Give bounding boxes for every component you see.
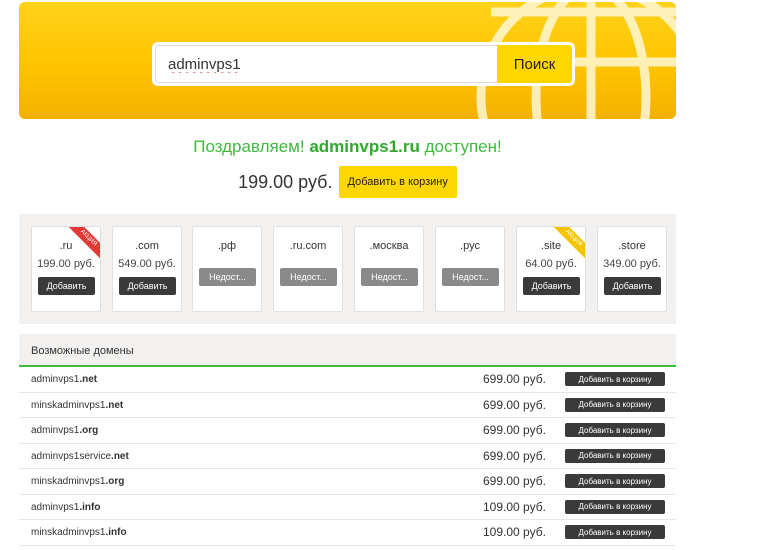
domain-name: minskadminvps1.net: [31, 400, 123, 411]
zone-unavailable-button[interactable]: Недост...: [199, 268, 256, 286]
search-box: Поиск: [152, 42, 575, 86]
add-to-cart-button[interactable]: Добавить в корзину: [338, 166, 457, 198]
domain-price: 109.00 руб.: [483, 499, 546, 514]
domain-name: adminvps1.org: [31, 425, 98, 436]
domain-price: 699.00 руб.: [483, 372, 546, 386]
possible-domains: Возможные домены adminvps1.net 699.00 руб…: [19, 334, 676, 550]
zone-name: .ru.com: [289, 240, 327, 252]
main-price: 199.00 руб.: [238, 171, 333, 192]
zone-price: 199.00 руб.: [37, 258, 95, 270]
domain-base: adminvps1: [31, 425, 80, 436]
main-price-row: 199.00 руб. Добавить в корзину: [0, 166, 695, 198]
domain-tld: .info: [105, 527, 127, 538]
zone-card: .site 64.00 руб. Добавить АКЦИЯ: [516, 226, 586, 312]
zone-card: .ru.com Недост...: [273, 226, 343, 312]
search-input[interactable]: [155, 45, 497, 83]
zone-add-button[interactable]: Добавить: [38, 277, 95, 295]
domain-price: 699.00 руб.: [483, 474, 546, 488]
found-domain: adminvps1.ru: [309, 137, 420, 156]
zone-price: 349.00 руб.: [603, 258, 661, 270]
availability-message: Поздравляем! adminvps1.ru доступен!: [0, 137, 695, 157]
zone-unavailable-button[interactable]: Недост...: [442, 268, 499, 286]
congrats-suffix: доступен!: [424, 137, 502, 156]
zone-add-button[interactable]: Добавить: [604, 277, 661, 295]
domain-tld: .org: [105, 476, 125, 487]
domain-add-to-cart-button[interactable]: Добавить в корзину: [565, 423, 665, 437]
zone-name: .рф: [217, 240, 237, 252]
zone-name: .москва: [369, 240, 409, 252]
domain-price: 699.00 руб.: [483, 423, 546, 437]
domain-add-to-cart-button[interactable]: Добавить в корзину: [565, 474, 665, 488]
possible-domains-list: adminvps1.net 699.00 руб. Добавить в корзи…: [19, 367, 676, 546]
domain-tld: .net: [111, 450, 129, 462]
domain-zones-panel: .ru 199.00 руб. Добавить АКЦИЯ .com 549.00 ру…: [19, 214, 676, 324]
domain-row: adminvps1service.net 699.00 руб. Добавить …: [19, 444, 676, 469]
zone-unavailable-button[interactable]: Недост...: [361, 268, 418, 286]
domain-add-to-cart-button[interactable]: Добавить в корзину: [565, 499, 665, 514]
zone-card: .москва Недост...: [354, 226, 424, 312]
zone-name: .store: [618, 240, 646, 252]
zone-card: .com 549.00 руб. Добавить: [112, 226, 182, 312]
zone-card: .рф Недост...: [192, 226, 262, 312]
domain-add-to-cart-button[interactable]: Добавить в корзину: [565, 448, 665, 463]
zone-name: .com: [135, 240, 159, 252]
domain-base: adminvps1service: [31, 450, 112, 462]
domain-base: minskadminvps1: [31, 476, 106, 487]
zone-card: .ru 199.00 руб. Добавить АКЦИЯ: [31, 226, 101, 312]
domain-row: minskadminvps1.info 109.00 руб. Добавить в…: [19, 520, 676, 546]
zone-add-button[interactable]: Добавить: [119, 277, 176, 295]
domain-name: minskadminvps1.info: [31, 527, 127, 538]
domain-row: adminvps1.org 699.00 руб. Добавить в корзи…: [19, 418, 676, 444]
possible-domains-heading: Возможные домены: [19, 334, 676, 367]
domain-tld: .info: [79, 501, 101, 513]
domain-tld: .net: [79, 374, 98, 385]
search-banner: Поиск: [19, 2, 676, 119]
domain-add-to-cart-button[interactable]: Добавить в корзину: [565, 372, 665, 386]
domain-name: adminvps1.net: [31, 374, 97, 385]
domain-name: minskadminvps1.org: [31, 476, 124, 487]
domain-name: adminvps1.info: [31, 502, 100, 513]
zone-price: 64.00 руб.: [525, 258, 577, 270]
search-button[interactable]: Поиск: [497, 45, 572, 83]
domain-name: adminvps1service.net: [31, 451, 129, 462]
zone-card: .рус Недост...: [435, 226, 505, 312]
domain-row: adminvps1.info 109.00 руб. Добавить в корз…: [19, 495, 676, 520]
domain-tld: .net: [105, 399, 124, 411]
domain-base: adminvps1: [31, 374, 80, 385]
zone-unavailable-button[interactable]: Недост...: [280, 268, 337, 286]
domain-base: minskadminvps1: [31, 527, 106, 538]
domain-row: minskadminvps1.net 699.00 руб. Добавить в …: [19, 393, 676, 418]
domain-add-to-cart-button[interactable]: Добавить в корзину: [565, 525, 665, 539]
domain-row: minskadminvps1.org 699.00 руб. Добавить в …: [19, 469, 676, 495]
domain-price: 109.00 руб.: [483, 525, 546, 539]
domain-base: minskadminvps1: [31, 399, 106, 411]
zone-card: .store 349.00 руб. Добавить: [597, 226, 667, 312]
domain-price: 699.00 руб.: [483, 448, 546, 463]
zone-name: .рус: [460, 240, 480, 252]
domain-tld: .org: [79, 425, 99, 436]
domain-price: 699.00 руб.: [483, 397, 546, 412]
domain-add-to-cart-button[interactable]: Добавить в корзину: [565, 397, 665, 412]
zone-add-button[interactable]: Добавить: [523, 277, 580, 295]
zone-price: 549.00 руб.: [118, 258, 176, 270]
domain-base: adminvps1: [31, 501, 80, 513]
domain-row: adminvps1.net 699.00 руб. Добавить в корзи…: [19, 367, 676, 393]
congrats-prefix: Поздравляем!: [193, 137, 305, 156]
